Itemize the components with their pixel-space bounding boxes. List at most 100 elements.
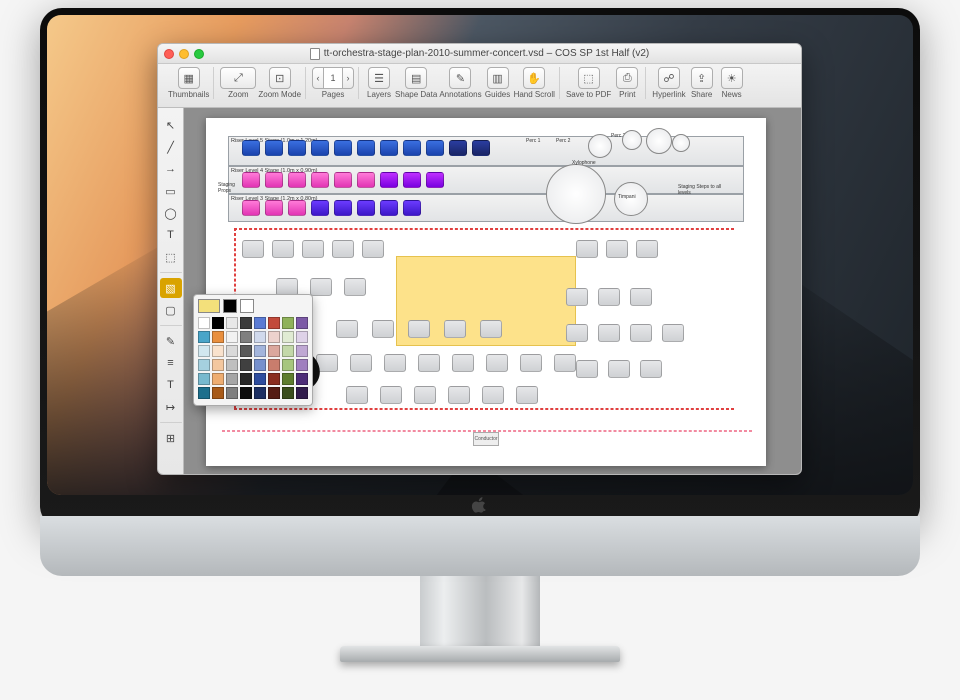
tool-line-weight[interactable]: ≡ (160, 353, 182, 373)
tool-measure[interactable]: ⊞ (160, 428, 182, 448)
close-button[interactable] (164, 49, 174, 59)
row-strings-3[interactable] (336, 320, 502, 338)
color-swatch[interactable] (282, 345, 294, 357)
conductor-box[interactable]: Conductor (473, 432, 499, 446)
save-pdf-button[interactable]: ⬚ Save to PDF (566, 67, 611, 99)
row-strings-3r[interactable] (566, 324, 684, 342)
color-swatch[interactable] (296, 359, 308, 371)
color-swatch[interactable] (296, 317, 308, 329)
color-swatch[interactable] (296, 331, 308, 343)
share-button[interactable]: ⇪ Share (688, 67, 716, 99)
color-swatch[interactable] (296, 373, 308, 385)
color-palette[interactable] (193, 294, 313, 406)
color-swatch[interactable] (254, 331, 266, 343)
tool-pen[interactable]: ✎ (160, 331, 182, 351)
tool-arrow-end[interactable]: ↦ (160, 397, 182, 417)
color-swatch[interactable] (240, 373, 252, 385)
color-swatch[interactable] (212, 345, 224, 357)
next-page-button[interactable]: › (342, 67, 354, 89)
color-swatch[interactable] (282, 373, 294, 385)
color-swatch[interactable] (198, 387, 210, 399)
color-swatch[interactable] (226, 373, 238, 385)
color-swatch[interactable] (268, 387, 280, 399)
color-swatch[interactable] (254, 317, 266, 329)
tool-text[interactable]: T (160, 225, 182, 245)
color-swatch[interactable] (240, 359, 252, 371)
print-button[interactable]: ⎙ Print (613, 67, 641, 99)
color-swatch[interactable] (212, 317, 224, 329)
color-swatch[interactable] (254, 373, 266, 385)
color-swatch[interactable] (282, 387, 294, 399)
row-strings-4[interactable] (316, 354, 576, 372)
tool-ellipse[interactable]: ◯ (160, 203, 182, 223)
color-swatch[interactable] (268, 359, 280, 371)
color-swatch[interactable] (268, 373, 280, 385)
minimize-button[interactable] (179, 49, 189, 59)
tool-fill[interactable]: ▧ (160, 278, 182, 298)
xylophone-circle[interactable] (588, 134, 612, 158)
color-swatch[interactable] (254, 345, 266, 357)
color-swatch[interactable] (198, 317, 210, 329)
color-swatch[interactable] (198, 345, 210, 357)
color-swatch[interactable] (212, 387, 224, 399)
color-swatch[interactable] (226, 317, 238, 329)
color-swatch[interactable] (282, 317, 294, 329)
recent-swatch[interactable] (223, 299, 237, 313)
row-pink[interactable] (242, 172, 444, 188)
zoom-button[interactable] (194, 49, 204, 59)
color-swatch[interactable] (226, 359, 238, 371)
color-swatch[interactable] (268, 345, 280, 357)
recent-swatch[interactable] (240, 299, 254, 313)
prev-page-button[interactable]: ‹ (312, 67, 324, 89)
canvas-area[interactable]: Riser Level 5 Stage (1.0m x 1.20m) Riser… (184, 108, 801, 474)
annotations-button[interactable]: ✎ Annotations (439, 67, 481, 99)
timpani-large[interactable] (546, 164, 606, 224)
row-strings-1r[interactable] (576, 240, 658, 258)
thumbnails-button[interactable]: ▦ Thumbnails (168, 67, 209, 99)
color-swatch[interactable] (240, 317, 252, 329)
color-swatch[interactable] (282, 359, 294, 371)
row-blue[interactable] (242, 140, 490, 156)
row-violet[interactable] (242, 200, 421, 216)
color-swatch[interactable] (240, 387, 252, 399)
color-swatch[interactable] (240, 331, 252, 343)
color-swatch[interactable] (226, 387, 238, 399)
perc-circle-3[interactable] (672, 134, 690, 152)
shape-data-button[interactable]: ▤ Shape Data (395, 67, 437, 99)
drawing-canvas[interactable]: Riser Level 5 Stage (1.0m x 1.20m) Riser… (206, 118, 766, 466)
guides-button[interactable]: ▥ Guides (484, 67, 512, 99)
layers-button[interactable]: ☰ Layers (365, 67, 393, 99)
tool-callout[interactable]: ⬚ (160, 247, 182, 267)
tool-text-tool[interactable]: T (160, 375, 182, 395)
color-swatch[interactable] (282, 331, 294, 343)
color-swatch[interactable] (198, 373, 210, 385)
color-swatch[interactable] (254, 387, 266, 399)
tool-line[interactable]: ╱ (160, 137, 182, 157)
pages-stepper[interactable]: ‹ 1 › Pages (312, 67, 354, 99)
row-strings-2r[interactable] (566, 288, 652, 306)
row-strings-1[interactable] (242, 240, 384, 258)
color-swatch[interactable] (254, 359, 266, 371)
color-swatch[interactable] (212, 331, 224, 343)
recent-swatch[interactable] (198, 299, 220, 313)
perc-circle-1[interactable] (622, 130, 642, 150)
color-swatch[interactable] (198, 331, 210, 343)
color-swatch[interactable] (240, 345, 252, 357)
color-swatch[interactable] (268, 317, 280, 329)
tool-arrow[interactable]: → (160, 159, 182, 179)
news-button[interactable]: ☀ News (718, 67, 746, 99)
color-swatch[interactable] (296, 387, 308, 399)
hand-scroll-button[interactable]: ✋ Hand Scroll (514, 67, 555, 99)
color-swatch[interactable] (268, 331, 280, 343)
row-strings-4r[interactable] (576, 360, 662, 378)
hyperlink-button[interactable]: ☍ Hyperlink (652, 67, 685, 99)
zoom-button-tb[interactable]: ⤢ Zoom (220, 67, 256, 99)
tool-pointer[interactable]: ↖ (160, 115, 182, 135)
row-strings-5[interactable] (346, 386, 538, 404)
color-swatch[interactable] (296, 345, 308, 357)
color-swatch[interactable] (226, 331, 238, 343)
color-swatch[interactable] (212, 359, 224, 371)
color-swatch[interactable] (198, 359, 210, 371)
tool-rect[interactable]: ▭ (160, 181, 182, 201)
color-swatch[interactable] (226, 345, 238, 357)
